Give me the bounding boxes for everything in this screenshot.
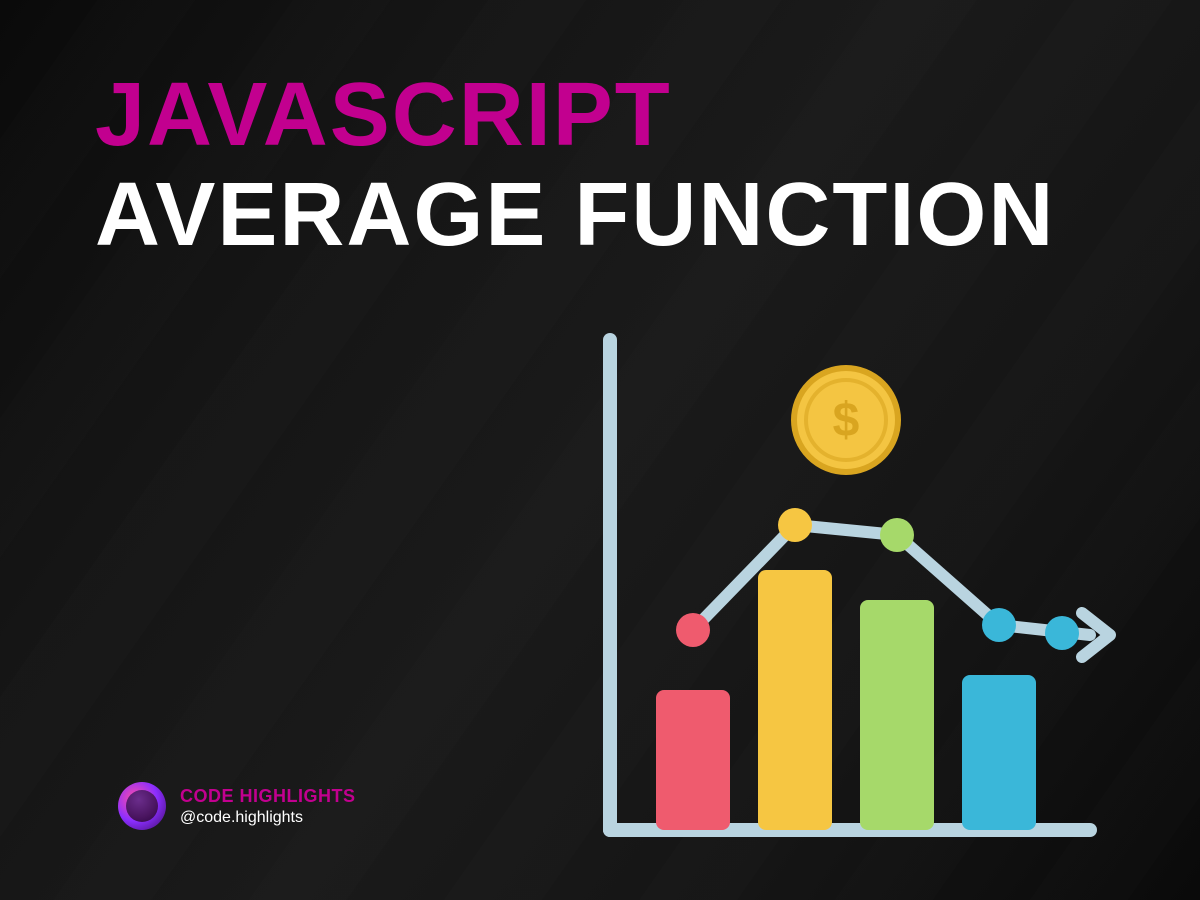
chart-illustration: $ [590,310,1130,850]
title-line-1: JAVASCRIPT [95,70,1055,160]
brand-avatar [118,782,166,830]
brand-handle: @code.highlights [180,809,356,827]
brand-name: CODE HIGHLIGHTS [180,786,356,807]
title-line-2: AVERAGE FUNCTION [95,170,1055,260]
svg-text:$: $ [833,394,860,447]
branding-text: CODE HIGHLIGHTS @code.highlights [180,786,356,827]
branding-block: CODE HIGHLIGHTS @code.highlights [118,782,356,830]
bar-chart-icon: $ [590,310,1130,850]
title-block: JAVASCRIPT AVERAGE FUNCTION [95,70,1055,260]
